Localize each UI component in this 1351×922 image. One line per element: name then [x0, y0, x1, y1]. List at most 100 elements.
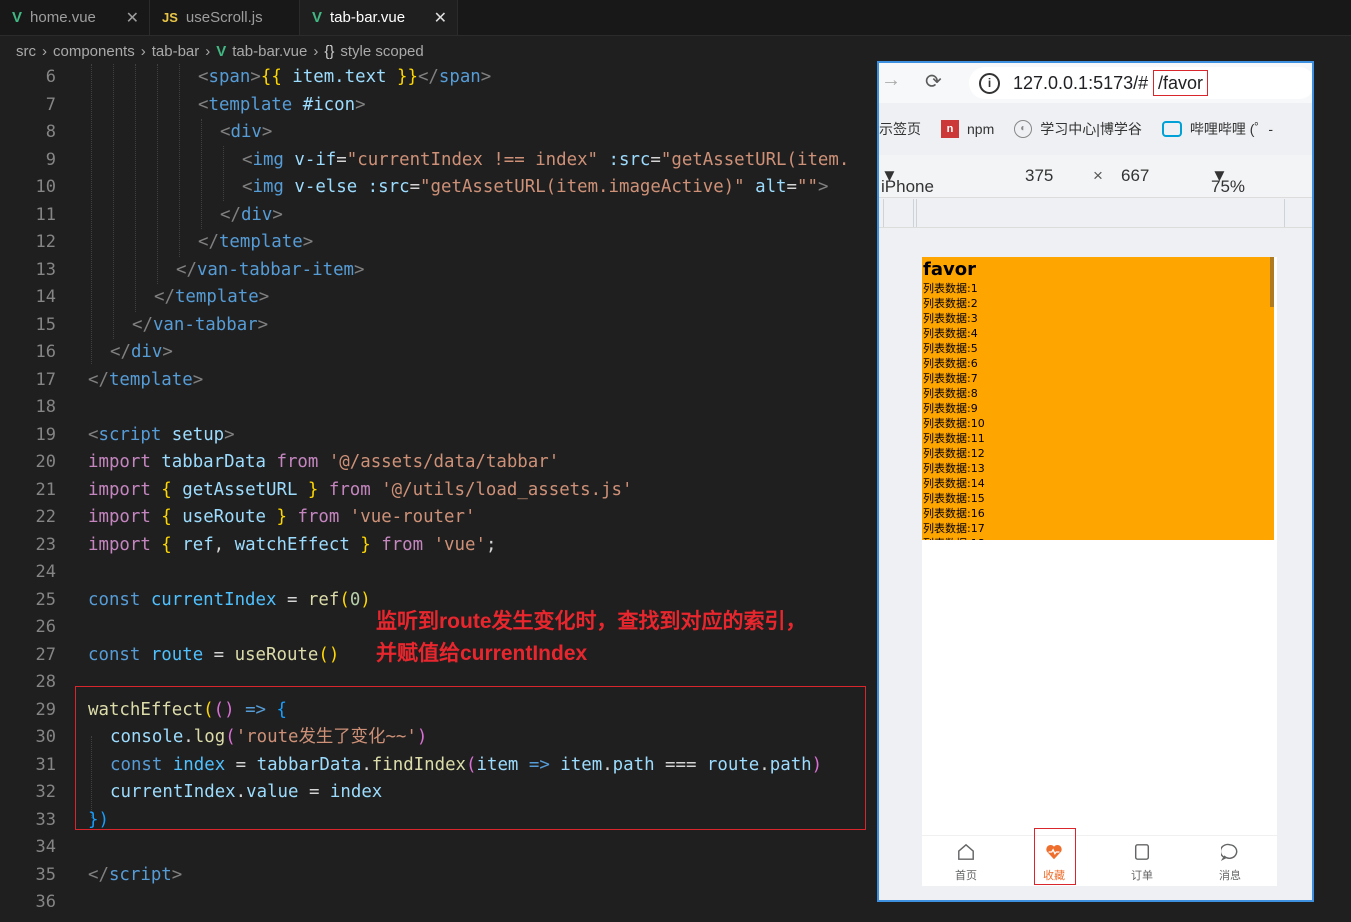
- js-file-icon: JS: [162, 10, 178, 25]
- code-line[interactable]: 13 </van-tabbar-item>: [0, 257, 880, 285]
- code-line[interactable]: 24: [0, 559, 880, 587]
- code-line[interactable]: 22 import { useRoute } from 'vue-router': [0, 504, 880, 532]
- code-line[interactable]: 6 <span>{{ item.text }}</span>: [0, 64, 880, 92]
- forward-icon[interactable]: →: [881, 69, 901, 92]
- info-icon[interactable]: i: [979, 73, 1000, 94]
- line-number: 31: [35, 754, 56, 775]
- code-line[interactable]: 8 <div>: [0, 119, 880, 147]
- code-line[interactable]: 18: [0, 394, 880, 422]
- bookmarks-bar: 示签页 n npm ◐ 学习中心|博学谷 哔哩哔哩 (゜-: [879, 109, 1312, 149]
- bookmark-item[interactable]: 哔哩哔哩 (゜-: [1161, 119, 1273, 139]
- tabbar-item-home[interactable]: 首页: [922, 836, 1010, 886]
- tab-tab-bar-vue[interactable]: V tab-bar.vue ✕: [300, 0, 458, 35]
- list-item: 列表数据:14: [923, 477, 985, 490]
- code-text: </van-tabbar-item>: [176, 259, 365, 280]
- line-number: 17: [35, 369, 56, 390]
- line-number: 11: [35, 204, 56, 225]
- code-text: </template>: [198, 232, 314, 252]
- code-line[interactable]: 20 import tabbarData from '@/assets/data/…: [0, 449, 880, 477]
- list-item: 列表数据:11: [923, 432, 985, 445]
- code-line[interactable]: 35 </script>: [0, 862, 880, 890]
- code-line[interactable]: 14 </template>: [0, 284, 880, 312]
- code-line[interactable]: 23 import { ref, watchEffect } from 'vue'…: [0, 532, 880, 560]
- device-select[interactable]: iPhone 6... ▼: [881, 166, 934, 216]
- annotation-line: 监听到route发生变化时，查找到对应的索引，: [376, 610, 807, 633]
- vue-file-icon: V: [12, 9, 23, 26]
- tab-usescroll-js[interactable]: JS useScroll.js: [150, 0, 300, 35]
- zoom-select[interactable]: 75% ▼: [1211, 166, 1245, 196]
- breadcrumb-item[interactable]: components: [53, 43, 135, 60]
- zoom-value: 75%: [1211, 177, 1246, 196]
- device-toolbar: iPhone 6... ▼ 375 × 667 75% ▼: [879, 155, 1312, 216]
- bookmark-label: npm: [967, 121, 995, 137]
- list-item: 列表数据:5: [923, 342, 978, 355]
- tab-label: tab-bar.vue: [330, 9, 406, 26]
- bookmark-item[interactable]: n npm: [941, 120, 994, 138]
- list-item: 列表数据:16: [923, 507, 985, 520]
- code-text: </div>: [220, 204, 283, 225]
- page-title: favor: [923, 259, 976, 280]
- tabbar-item-message[interactable]: 消息: [1186, 836, 1274, 886]
- xuexi-icon: ◐: [1014, 120, 1033, 138]
- code-line[interactable]: 9 <img v-if="currentIndex !== index" :src…: [0, 147, 880, 175]
- code-line[interactable]: 10 <img v-else :src="getAssetURL(item.ima…: [0, 174, 880, 202]
- url-path-highlight: /favor: [1153, 70, 1209, 96]
- line-number: 16: [35, 342, 56, 362]
- reload-icon[interactable]: ⟳: [925, 69, 942, 94]
- code-line[interactable]: 21 import { getAssetURL } from '@/utils/l…: [0, 477, 880, 505]
- line-number: 15: [35, 314, 56, 335]
- device-ruler: [879, 199, 1312, 228]
- bookmark-label: 示签页: [879, 121, 921, 137]
- code-line[interactable]: 36: [0, 889, 880, 917]
- address-bar[interactable]: i 127.0.0.1:5173/# /favor: [969, 67, 1312, 99]
- bookmark-item[interactable]: 示签页: [879, 119, 921, 139]
- width-input[interactable]: 375: [1025, 166, 1053, 186]
- code-line[interactable]: 34: [0, 834, 880, 862]
- close-icon[interactable]: ✕: [126, 8, 139, 28]
- tab-home-vue[interactable]: V home.vue ✕: [0, 0, 150, 35]
- list-item: 列表数据:8: [923, 387, 978, 400]
- code-line[interactable]: 7 <template #icon>: [0, 92, 880, 120]
- code-line[interactable]: 19 <script setup>: [0, 422, 880, 450]
- code-line[interactable]: 15 </van-tabbar>: [0, 312, 880, 340]
- code-line[interactable]: 12 </template>: [0, 229, 880, 257]
- line-number: 18: [35, 397, 56, 417]
- chevron-right-icon: ›: [140, 42, 146, 60]
- tabbar-item-favor[interactable]: 收藏: [1010, 828, 1098, 886]
- code-text: import { getAssetURL } from '@/utils/loa…: [88, 479, 633, 500]
- scrollbar[interactable]: [1270, 257, 1274, 307]
- line-number: 7: [45, 94, 56, 115]
- annotation-text: 监听到route发生变化时，查找到对应的索引， 并赋值给currentIndex: [376, 606, 807, 670]
- annotation-line: 并赋值给currentIndex: [376, 642, 588, 665]
- line-number: 12: [35, 232, 56, 252]
- code-text: </div>: [110, 342, 173, 362]
- code-line[interactable]: 16 </div>: [0, 339, 880, 367]
- list-item: 列表数据:6: [923, 357, 978, 370]
- breadcrumb-item[interactable]: tab-bar: [152, 43, 200, 60]
- line-number: 26: [35, 617, 56, 637]
- favor-page[interactable]: favor 列表数据:1 列表数据:2 列表数据:3 列表数据:4 列表数据:5 列表数据…: [922, 257, 1274, 540]
- bookmark-item[interactable]: ◐ 学习中心|博学谷: [1014, 119, 1142, 139]
- line-number: 19: [35, 424, 56, 445]
- times-icon: ×: [1093, 166, 1103, 185]
- breadcrumb-item[interactable]: src: [16, 43, 36, 60]
- close-icon[interactable]: ✕: [434, 8, 447, 28]
- list-item: 列表数据:15: [923, 492, 985, 505]
- breadcrumb-item[interactable]: tab-bar.vue: [232, 43, 307, 60]
- line-number: 29: [35, 699, 56, 720]
- code-text: <div>: [220, 122, 273, 142]
- code-line[interactable]: 11 </div>: [0, 202, 880, 230]
- tab-label: home.vue: [30, 9, 96, 26]
- code-line[interactable]: 17 </template>: [0, 367, 880, 395]
- code-text: <template #icon>: [198, 94, 366, 115]
- list-item: 列表数据:17: [923, 522, 985, 535]
- list-item: 列表数据:9: [923, 402, 978, 415]
- tabbar-item-order[interactable]: 订单: [1098, 836, 1186, 886]
- line-number: 14: [35, 287, 56, 307]
- code-text: </script>: [88, 864, 183, 885]
- list-item: 列表数据:3: [923, 312, 978, 325]
- breadcrumb-item[interactable]: style scoped: [340, 43, 423, 60]
- browser-window: → ⟳ i 127.0.0.1:5173/# /favor 示签页 n npm ◐…: [877, 61, 1314, 902]
- vue-file-icon: V: [312, 9, 323, 26]
- height-input[interactable]: 667: [1121, 166, 1149, 186]
